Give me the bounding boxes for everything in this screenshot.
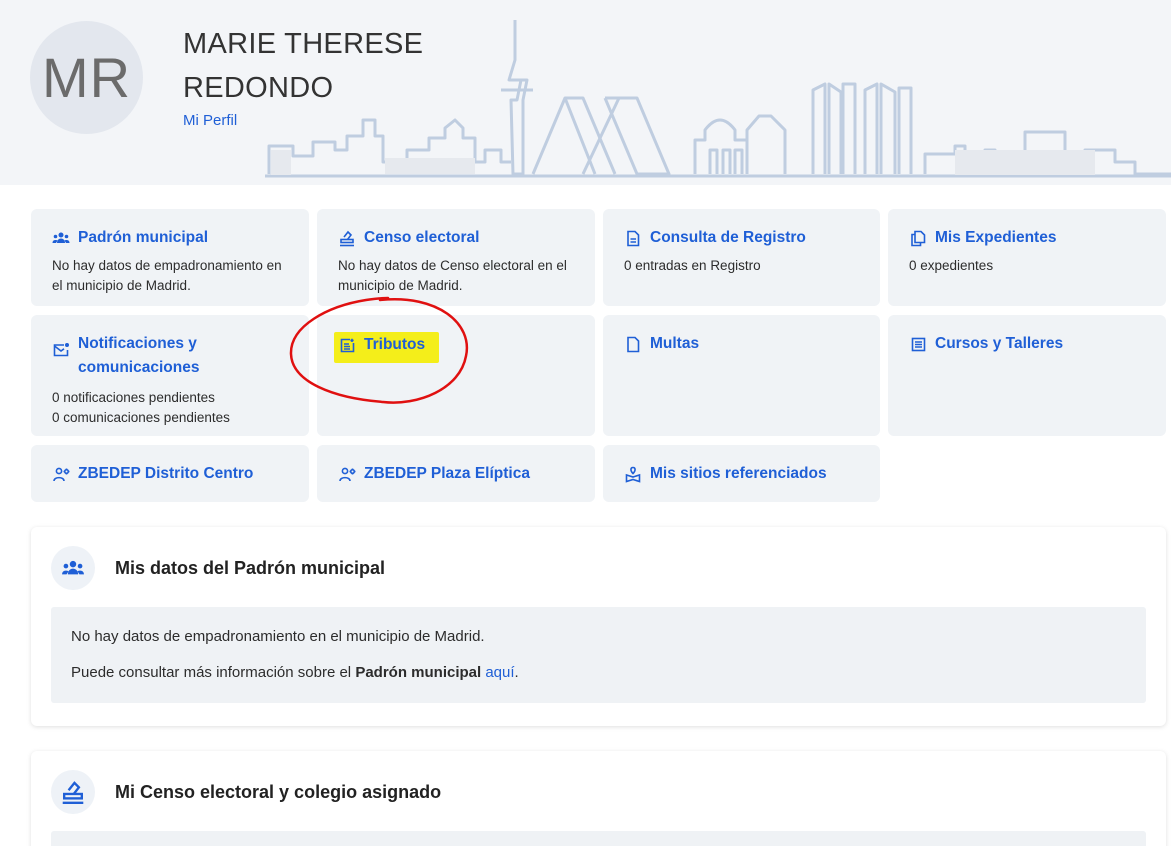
card-title: ZBEDEP Plaza Elíptica	[364, 465, 530, 482]
panel-title: Mis datos del Padrón municipal	[115, 557, 386, 578]
card-cursos-talleres[interactable]: Cursos y Talleres	[888, 315, 1166, 436]
tax-document-icon	[338, 333, 356, 357]
people-group-icon	[51, 546, 95, 590]
card-title: Censo electoral	[364, 229, 480, 246]
user-avatar: MR	[30, 21, 143, 134]
card-zbedep-plaza-eliptica[interactable]: ZBEDEP Plaza Elíptica	[317, 445, 595, 502]
card-description: 0 entradas en Registro	[624, 258, 761, 273]
avatar-initials: MR	[41, 46, 132, 109]
card-zbedep-distrito-centro[interactable]: ZBEDEP Distrito Centro	[31, 445, 309, 502]
document-icon	[624, 226, 642, 250]
padron-bold-label: Padrón municipal	[355, 664, 482, 681]
person-gear-icon	[52, 462, 70, 486]
card-title: Mis sitios referenciados	[650, 465, 827, 482]
files-icon	[909, 226, 927, 250]
card-description: No hay datos de empadronamiento en el mu…	[52, 258, 282, 293]
card-description: 0 expedientes	[909, 258, 994, 273]
location-book-icon	[624, 462, 642, 486]
my-profile-link[interactable]: Mi Perfil	[183, 112, 237, 129]
person-gear-icon	[338, 462, 356, 486]
card-notificaciones[interactable]: Notificaciones y comunicaciones 0 notifi…	[31, 315, 309, 436]
user-name: MARIE THERESE REDONDO	[183, 28, 424, 104]
card-censo-electoral[interactable]: Censo electoral No hay datos de Censo el…	[317, 209, 595, 306]
card-description: No hay datos de Censo electoral en el mu…	[338, 258, 567, 293]
card-title: Padrón municipal	[78, 229, 209, 246]
card-description: 0 notificaciones pendientes	[52, 390, 215, 405]
card-description: 0 comunicaciones pendientes	[52, 410, 230, 425]
padron-info-box: No hay datos de empadronamiento en el mu…	[51, 607, 1146, 703]
card-multas[interactable]: Multas	[603, 315, 880, 436]
card-title: Mis Expedientes	[935, 229, 1057, 246]
card-padron-municipal[interactable]: Padrón municipal No hay datos de empadro…	[31, 209, 309, 306]
card-mis-expedientes[interactable]: Mis Expedientes 0 expedientes	[888, 209, 1166, 306]
card-title: Consulta de Registro	[650, 229, 806, 246]
ballot-box-icon	[338, 226, 356, 250]
card-tributos[interactable]: Tributos	[317, 315, 595, 436]
ballot-box-icon	[51, 770, 95, 814]
card-title: Multas	[650, 335, 700, 352]
censo-panel: Mi Censo electoral y colegio asignado	[31, 751, 1166, 846]
card-title: Tributos	[364, 336, 426, 353]
padron-aqui-link[interactable]: aquí	[485, 664, 514, 681]
padron-panel: Mis datos del Padrón municipal No hay da…	[31, 527, 1166, 726]
card-mis-sitios-referenciados[interactable]: Mis sitios referenciados	[603, 445, 880, 502]
card-title: Notificaciones y comunicaciones	[78, 335, 200, 376]
padron-info-text: No hay datos de empadronamiento en el mu…	[71, 628, 485, 645]
more-info-suffix: .	[514, 664, 519, 681]
mail-notification-icon	[52, 332, 70, 356]
people-group-icon	[52, 226, 70, 250]
profile-header: MR MARIE THERESE REDONDO Mi Perfil	[0, 0, 1171, 185]
card-title: Cursos y Talleres	[935, 335, 1064, 352]
list-icon	[909, 332, 927, 356]
more-info-prefix: Puede consultar más información sobre el	[71, 664, 356, 681]
panel-title: Mi Censo electoral y colegio asignado	[115, 781, 442, 802]
padron-more-info: Puede consultar más información sobre el…	[71, 663, 1126, 683]
document-icon	[624, 332, 642, 356]
censo-info-box	[51, 831, 1146, 846]
card-title: ZBEDEP Distrito Centro	[78, 465, 254, 482]
tributos-highlight: Tributos	[334, 332, 440, 363]
card-consulta-registro[interactable]: Consulta de Registro 0 entradas en Regis…	[603, 209, 880, 306]
